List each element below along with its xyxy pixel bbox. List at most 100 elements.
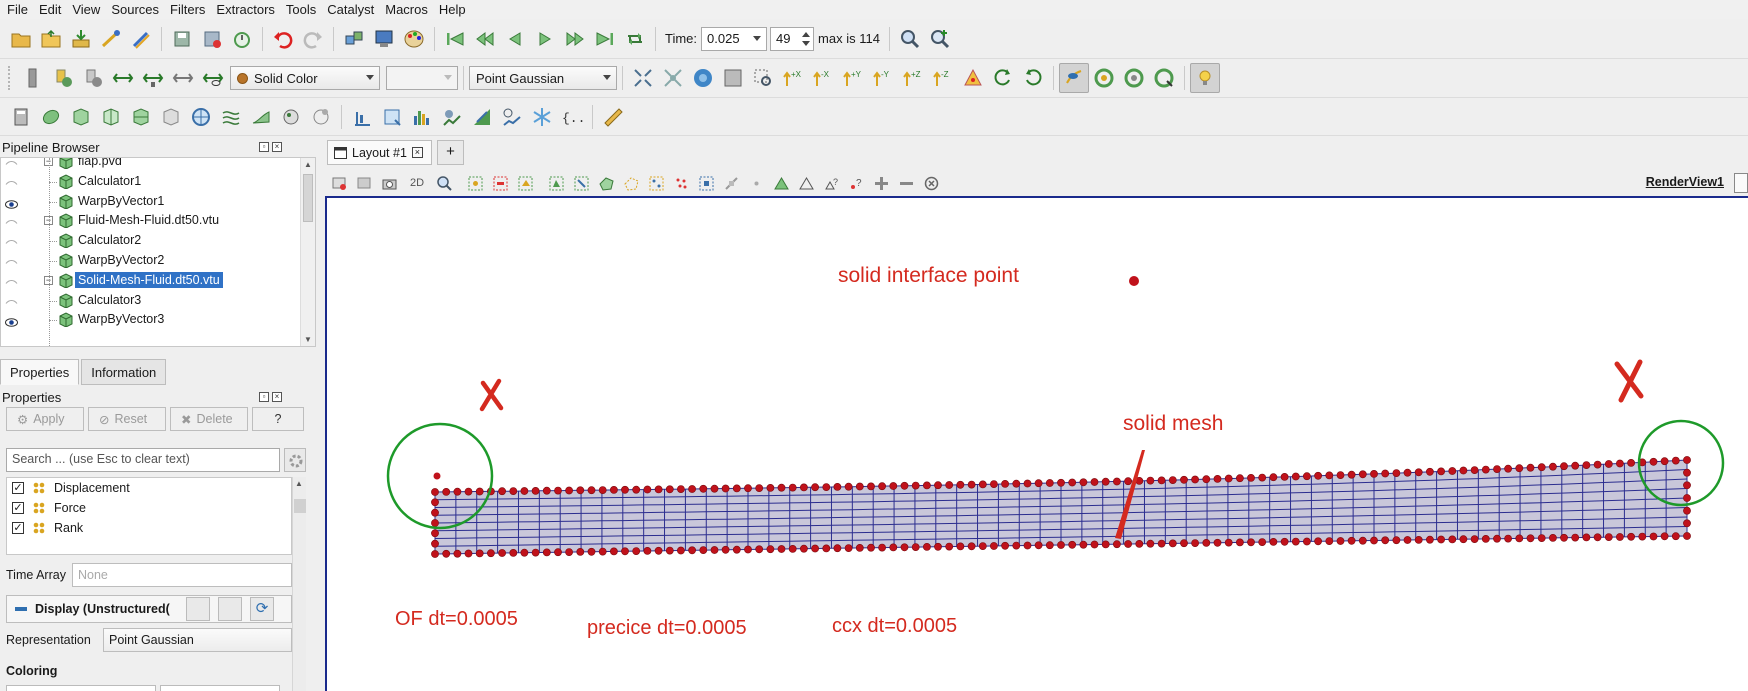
previous-frame-icon[interactable] bbox=[470, 24, 500, 54]
menu-extractors[interactable]: Extractors bbox=[213, 2, 283, 17]
menu-file[interactable]: File bbox=[4, 2, 36, 17]
coloring-combo-partial[interactable] bbox=[6, 685, 156, 691]
pipeline-item[interactable]: WarpByVector3 bbox=[1, 309, 301, 331]
select-blocks-icon[interactable] bbox=[644, 171, 669, 195]
paste-icon[interactable] bbox=[218, 597, 242, 621]
extract-subset-icon[interactable] bbox=[156, 102, 186, 132]
menu-sources[interactable]: Sources bbox=[108, 2, 167, 17]
stream-tracer-icon[interactable] bbox=[216, 102, 246, 132]
view-plus-z-icon[interactable]: +Z bbox=[898, 63, 928, 93]
pipeline-item[interactable]: WarpByVector1 bbox=[1, 191, 301, 213]
loop-icon[interactable] bbox=[620, 24, 650, 54]
clip-icon[interactable] bbox=[66, 102, 96, 132]
recent-folder-icon[interactable] bbox=[36, 24, 66, 54]
histogram-icon[interactable] bbox=[407, 102, 437, 132]
tab-properties[interactable]: Properties bbox=[0, 359, 80, 385]
zoom-to-data-icon[interactable] bbox=[658, 63, 688, 93]
scroll-thumb[interactable] bbox=[294, 499, 306, 513]
zoom-closest-icon[interactable] bbox=[688, 63, 718, 93]
pipeline-item[interactable]: − Fluid-Mesh-Fluid.dt50.vtu bbox=[1, 210, 301, 232]
plot-over-line-icon[interactable] bbox=[377, 102, 407, 132]
shrink-selection-icon[interactable] bbox=[719, 171, 744, 195]
last-frame-icon[interactable] bbox=[590, 24, 620, 54]
time-array-combo[interactable]: None bbox=[72, 563, 292, 587]
next-frame-icon[interactable] bbox=[560, 24, 590, 54]
rescale-visible-icon[interactable] bbox=[138, 63, 168, 93]
timer-icon[interactable] bbox=[227, 24, 257, 54]
render-viewport[interactable]: solid interface point solid mesh OF dt=0… bbox=[325, 196, 1748, 691]
properties-search-input[interactable]: Search ... (use Esc to clear text) bbox=[6, 448, 280, 472]
pipeline-item[interactable]: Calculator3 bbox=[1, 290, 301, 312]
select-cells-through-icon[interactable] bbox=[544, 171, 569, 195]
undo-icon[interactable] bbox=[268, 24, 298, 54]
reset-view-icon[interactable] bbox=[327, 171, 352, 195]
reset-button[interactable]: ⊘ Reset bbox=[88, 407, 166, 431]
ruler-icon[interactable] bbox=[598, 102, 628, 132]
capture-view-icon[interactable] bbox=[352, 171, 377, 195]
save-data-icon[interactable] bbox=[66, 24, 96, 54]
select-polygon-icon[interactable] bbox=[594, 171, 619, 195]
eye-hidden-icon[interactable] bbox=[5, 276, 18, 285]
pipeline-item[interactable]: Calculator1 bbox=[1, 171, 301, 193]
new-layout-tab[interactable]: + bbox=[437, 140, 464, 165]
warp-vector-icon[interactable] bbox=[246, 102, 276, 132]
render-scene[interactable] bbox=[327, 198, 1748, 691]
eye-hidden-icon[interactable] bbox=[5, 216, 18, 225]
camera-icon[interactable] bbox=[377, 171, 402, 195]
find-data-icon[interactable] bbox=[895, 24, 925, 54]
slice-icon[interactable] bbox=[96, 102, 126, 132]
time-value-combo[interactable]: 0.025 bbox=[701, 26, 768, 51]
light-kit-icon[interactable] bbox=[1190, 63, 1220, 93]
interaction-mode-icon[interactable] bbox=[1059, 63, 1089, 93]
color-legend-icon[interactable] bbox=[18, 63, 48, 93]
help-button[interactable]: ? bbox=[252, 407, 304, 431]
center-axes-icon[interactable] bbox=[1089, 63, 1119, 93]
palette-icon[interactable] bbox=[399, 24, 429, 54]
subtract-selection-icon[interactable] bbox=[894, 171, 919, 195]
python-calculator-icon[interactable]: {...} bbox=[557, 102, 587, 132]
copy-icon[interactable] bbox=[186, 597, 210, 621]
representation-property-combo[interactable]: Point Gaussian bbox=[103, 628, 292, 652]
checkbox-checked-icon[interactable]: ✓ bbox=[12, 502, 24, 514]
representation-combo[interactable]: Point Gaussian bbox=[469, 66, 617, 90]
disconnect-icon[interactable] bbox=[126, 24, 156, 54]
eye-visible-icon[interactable] bbox=[5, 197, 18, 209]
eye-visible-icon[interactable] bbox=[5, 315, 18, 328]
close-icon[interactable]: × bbox=[272, 142, 282, 152]
first-frame-icon[interactable] bbox=[440, 24, 470, 54]
menu-macros[interactable]: Macros bbox=[382, 2, 436, 17]
view-plus-x-icon[interactable]: +X bbox=[778, 63, 808, 93]
threshold-icon[interactable] bbox=[126, 102, 156, 132]
eye-hidden-icon[interactable] bbox=[5, 158, 18, 166]
scroll-up-icon[interactable]: ▲ bbox=[295, 479, 303, 488]
connect-icon[interactable] bbox=[96, 24, 126, 54]
mesh-quality-icon[interactable] bbox=[527, 102, 557, 132]
view-minus-x-icon[interactable]: -X bbox=[808, 63, 838, 93]
select-polygon-points-icon[interactable] bbox=[619, 171, 644, 195]
float-icon[interactable]: ▫ bbox=[259, 392, 269, 402]
query-icon[interactable] bbox=[925, 24, 955, 54]
pipeline-item[interactable]: Calculator2 bbox=[1, 230, 301, 252]
view-split-button[interactable] bbox=[1734, 173, 1748, 193]
menu-view[interactable]: View bbox=[69, 2, 108, 17]
rotate-plus-90-icon[interactable] bbox=[988, 63, 1018, 93]
select-points-through-icon[interactable] bbox=[569, 171, 594, 195]
plot-time-icon[interactable] bbox=[497, 102, 527, 132]
eye-hidden-icon[interactable] bbox=[5, 236, 18, 245]
interactive-select-icon[interactable] bbox=[669, 171, 694, 195]
glyph-icon[interactable] bbox=[186, 102, 216, 132]
group-datasets-icon[interactable] bbox=[276, 102, 306, 132]
scroll-up-icon[interactable]: ▲ bbox=[304, 160, 312, 169]
add-selection-icon[interactable] bbox=[869, 171, 894, 195]
point-help-icon[interactable]: ? bbox=[844, 171, 869, 195]
reset-camera-icon[interactable] bbox=[628, 63, 658, 93]
calculator-icon[interactable] bbox=[6, 102, 36, 132]
scroll-down-icon[interactable]: ▼ bbox=[304, 335, 312, 344]
pipeline-item[interactable]: − Solid-Mesh-Fluid.dt50.vtu bbox=[1, 270, 301, 292]
pipeline-scrollbar[interactable]: ▲ ▼ bbox=[300, 158, 315, 346]
rescale-custom-icon[interactable] bbox=[108, 63, 138, 93]
coloring-combo[interactable]: Solid Color bbox=[230, 66, 380, 90]
checkbox-checked-icon[interactable]: ✓ bbox=[12, 522, 24, 534]
checkbox-checked-icon[interactable]: ✓ bbox=[12, 482, 24, 494]
time-step-spinbox[interactable]: 49 bbox=[770, 26, 815, 51]
